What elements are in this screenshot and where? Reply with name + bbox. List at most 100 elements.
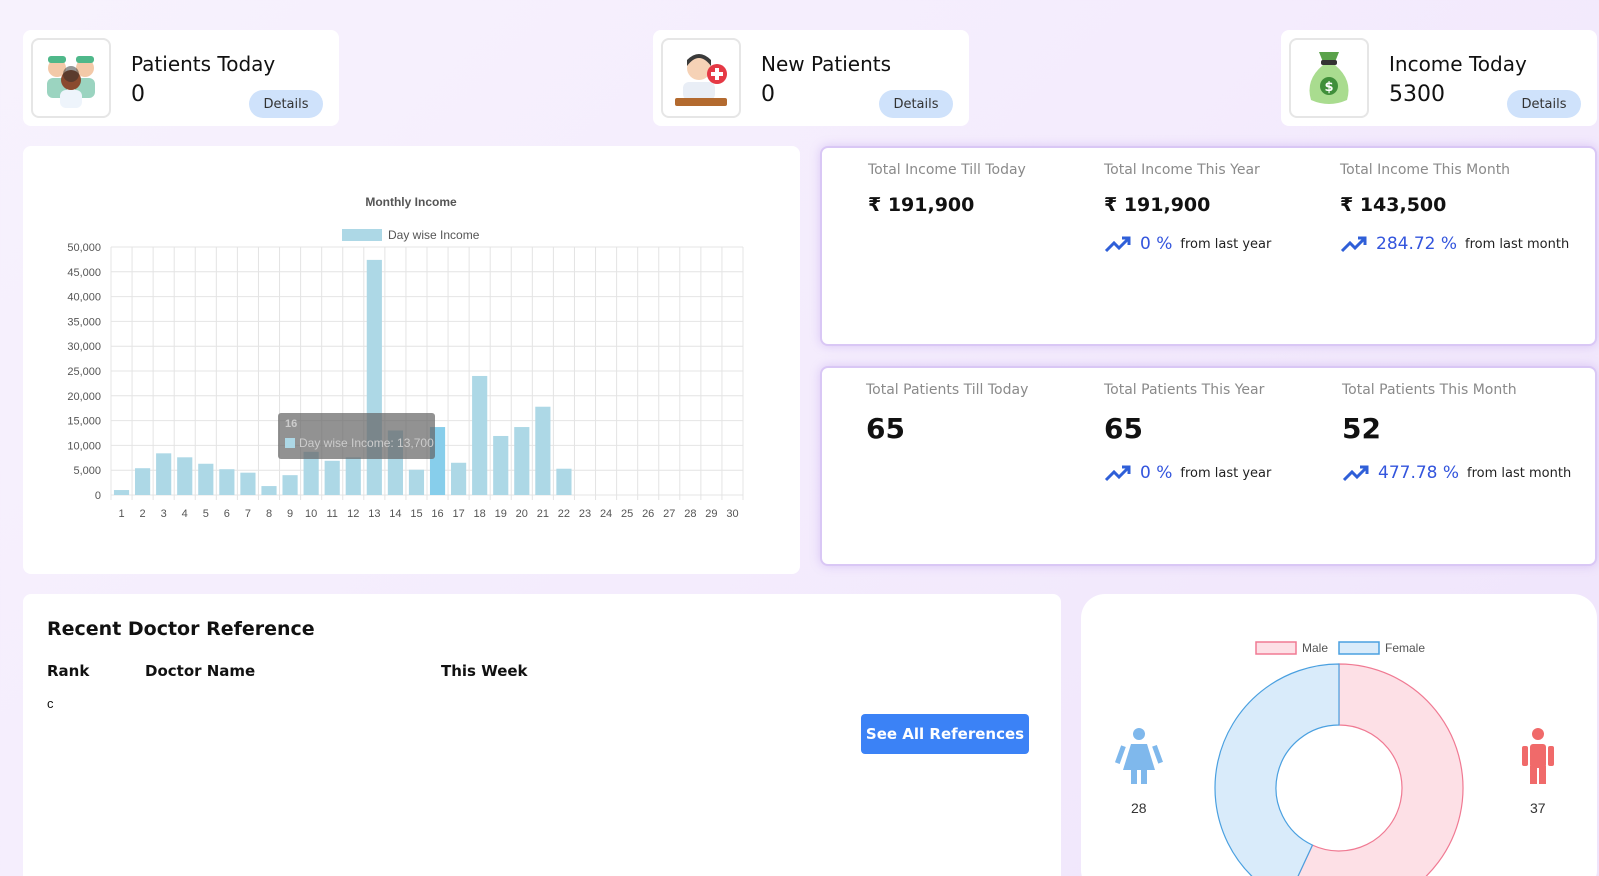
male-count: 37 (1530, 800, 1546, 816)
patients-today-card: Patients Today 0 Details (23, 30, 339, 126)
bar-day-6[interactable] (219, 469, 235, 495)
summary-value: 65 (866, 412, 905, 445)
y-tick-label: 20,000 (67, 391, 101, 403)
y-tick-label: 50,000 (67, 242, 101, 254)
summary-label: Total Patients Till Today (866, 382, 1029, 398)
bar-day-18[interactable] (472, 375, 488, 495)
bar-day-2[interactable] (135, 468, 151, 495)
change-percent: 284.72 % (1376, 234, 1458, 254)
change-percent: 0 % (1140, 234, 1173, 254)
card-value: 5300 (1389, 82, 1445, 107)
x-tick-label: 15 (410, 508, 422, 520)
x-tick-label: 21 (537, 508, 549, 520)
tooltip-text: Day wise Income: 13,700 (299, 436, 434, 450)
x-tick-label: 30 (726, 508, 738, 520)
x-tick-label: 13 (368, 508, 380, 520)
bar-day-4[interactable] (177, 457, 193, 495)
trending-up-icon (1104, 236, 1131, 253)
y-tick-label: 45,000 (67, 267, 101, 279)
bar-day-5[interactable] (198, 463, 214, 495)
money-bag-icon: $ (1289, 38, 1369, 118)
female-icon (1114, 728, 1163, 784)
monthly-income-chart[interactable]: Monthly Income Day wise Income 0 5,000 10,… (23, 146, 800, 574)
bar-day-12[interactable] (345, 457, 361, 495)
x-tick-label: 27 (663, 508, 675, 520)
patients-summary-card: Total Patients Till Today 65 Total Patie… (820, 366, 1597, 566)
x-tick-label: 20 (516, 508, 528, 520)
details-button[interactable]: Details (1507, 90, 1581, 118)
female-slice[interactable] (1214, 663, 1340, 876)
bar-day-17[interactable] (451, 462, 467, 495)
x-tick-label: 29 (705, 508, 717, 520)
x-tick-label: 19 (495, 508, 507, 520)
details-button[interactable]: Details (879, 90, 953, 118)
monthly-income-chart-card: Monthly Income Day wise Income 0 5,000 10,… (23, 146, 800, 574)
x-tick-label: 18 (474, 508, 486, 520)
x-tick-label: 7 (245, 508, 251, 520)
income-this-month: Total Income This Month ₹ 143,500 284.72… (1340, 162, 1569, 254)
x-tick-label: 17 (452, 508, 464, 520)
patients-this-month: Total Patients This Month 52 477.78 % fr… (1342, 382, 1571, 483)
bar-day-3[interactable] (156, 453, 172, 495)
bar-day-22[interactable] (556, 468, 572, 495)
bar-day-8[interactable] (261, 486, 277, 495)
bar-day-9[interactable] (282, 475, 298, 495)
income-summary-card: Total Income Till Today ₹ 191,900 Total … (820, 146, 1597, 346)
x-tick-label: 12 (347, 508, 359, 520)
bar-day-20[interactable] (514, 427, 530, 495)
x-tick-label: 16 (431, 508, 443, 520)
gender-doughnut-chart[interactable]: Male Female (1081, 594, 1597, 876)
bar-day-13[interactable] (366, 259, 382, 495)
x-tick-label: 1 (118, 508, 124, 520)
summary-label: Total Income This Month (1340, 162, 1511, 178)
card-label: New Patients (761, 52, 892, 76)
y-tick-label: 25,000 (67, 366, 101, 378)
chart-title: Monthly Income (365, 195, 457, 209)
x-tick-label: 8 (266, 508, 272, 520)
card-label: Income Today (1389, 52, 1527, 76)
bar-day-7[interactable] (240, 472, 256, 495)
x-tick-label: 9 (287, 508, 293, 520)
doctor-reference-card: Recent Doctor Reference Rank Doctor Name… (23, 594, 1061, 876)
x-tick-label: 2 (140, 508, 146, 520)
y-tick-label: 5,000 (73, 465, 101, 477)
legend-swatch-male (1255, 641, 1297, 655)
female-count: 28 (1131, 800, 1147, 816)
summary-value: ₹ 191,900 (1104, 194, 1211, 216)
column-header-doctor-name: Doctor Name (145, 662, 256, 680)
gender-chart-card: Male Female 28 37 (1081, 594, 1597, 876)
legend-label-male: Male (1302, 641, 1328, 655)
change-percent: 477.78 % (1378, 463, 1460, 483)
column-header-rank: Rank (47, 662, 90, 680)
change-from: from last month (1467, 465, 1572, 481)
x-tick-label: 10 (305, 508, 317, 520)
x-tick-label: 24 (600, 508, 612, 520)
y-tick-label: 30,000 (67, 341, 101, 353)
summary-value: ₹ 143,500 (1340, 194, 1447, 216)
trending-up-icon (1340, 236, 1367, 253)
x-tick-label: 11 (326, 508, 337, 520)
doctors-group-icon (31, 38, 111, 118)
x-tick-label: 28 (684, 508, 696, 520)
see-all-references-button[interactable]: See All References (861, 714, 1029, 754)
bar-day-21[interactable] (535, 406, 551, 495)
summary-value: 52 (1342, 412, 1381, 445)
patients-till-today: Total Patients Till Today 65 (866, 382, 1028, 445)
x-tick-label: 4 (182, 508, 188, 520)
bar-day-1[interactable] (113, 490, 130, 495)
x-tick-label: 14 (389, 508, 401, 520)
doctor-desk-icon (661, 38, 741, 118)
y-tick-label: 35,000 (67, 316, 101, 328)
change-percent: 0 % (1140, 463, 1173, 483)
details-button[interactable]: Details (249, 90, 323, 118)
summary-label: Total Income Till Today (868, 162, 1026, 178)
income-till-today: Total Income Till Today ₹ 191,900 (868, 162, 1026, 216)
x-tick-label: 3 (161, 508, 167, 520)
x-tick-label: 23 (579, 508, 591, 520)
bar-day-15[interactable] (408, 469, 425, 495)
y-tick-label: 10,000 (67, 440, 101, 452)
bar-day-19[interactable] (493, 435, 509, 495)
bar-day-11[interactable] (324, 460, 340, 495)
summary-label: Total Income This Year (1104, 162, 1260, 178)
legend-swatch (342, 229, 382, 241)
